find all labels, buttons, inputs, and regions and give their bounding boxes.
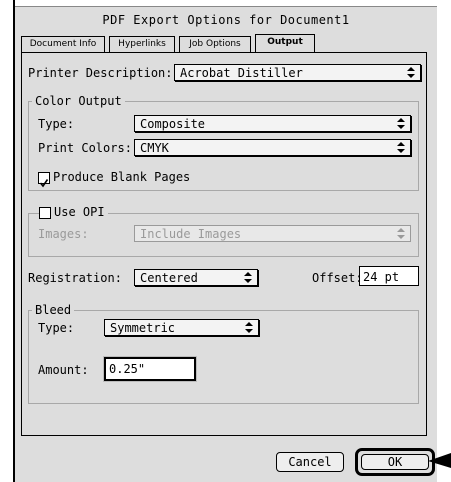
opi-images-popup: Include Images — [134, 225, 411, 242]
bleed-type-popup[interactable]: Symmetric — [104, 319, 259, 336]
print-colors-value: CMYK — [140, 141, 169, 155]
use-opi-checkbox[interactable] — [39, 207, 51, 219]
tab-job-options[interactable]: Job Options — [179, 36, 251, 52]
ok-button[interactable]: OK — [361, 454, 429, 470]
bleed-amount-field[interactable]: 0.25" — [104, 357, 196, 381]
printer-description-value: Acrobat Distiller — [180, 66, 303, 80]
popup-arrows-icon — [397, 142, 405, 153]
produce-blank-pages-checkbox[interactable] — [38, 172, 50, 188]
dialog-title: PDF Export Options for Document1 — [102, 13, 350, 27]
printer-description-popup[interactable]: Acrobat Distiller — [174, 64, 421, 81]
opi-images-label: Images: — [38, 227, 89, 241]
printer-description-label: Printer Description: — [28, 66, 173, 80]
checkmark-icon — [39, 179, 49, 188]
tab-output[interactable]: Output — [255, 34, 315, 52]
popup-arrows-icon — [397, 118, 405, 129]
output-panel: Printer Description: Acrobat Distiller C… — [21, 52, 427, 436]
bleed-type-value: Symmetric — [110, 321, 176, 335]
color-type-label: Type: — [38, 117, 75, 131]
registration-popup[interactable]: Centered — [134, 269, 258, 286]
offset-label: Offset: — [312, 271, 363, 285]
tab-document-info[interactable]: Document Info — [21, 36, 105, 52]
produce-blank-pages-label: Produce Blank Pages — [53, 170, 191, 184]
bleed-amount-label: Amount: — [38, 363, 89, 377]
cancel-button[interactable]: Cancel — [276, 452, 344, 472]
popup-arrows-icon — [397, 228, 405, 239]
bleed-type-label: Type: — [38, 321, 75, 335]
registration-label: Registration: — [28, 271, 122, 285]
callout-arrow-icon — [428, 453, 451, 468]
popup-arrows-icon — [244, 272, 252, 283]
color-type-popup[interactable]: Composite — [134, 115, 411, 132]
use-opi-label: Use OPI — [51, 205, 108, 219]
print-colors-label: Print Colors: — [38, 141, 132, 155]
registration-value: Centered — [140, 271, 198, 285]
popup-arrows-icon — [407, 67, 415, 78]
dialog-window: PDF Export Options for Document1 Documen… — [15, 0, 437, 482]
tab-hyperlinks[interactable]: Hyperlinks — [109, 36, 175, 52]
opi-images-value: Include Images — [140, 227, 242, 241]
popup-arrows-icon — [245, 322, 253, 333]
print-colors-popup[interactable]: CMYK — [134, 139, 411, 156]
color-type-value: Composite — [140, 117, 206, 131]
color-output-title: Color Output — [32, 94, 125, 108]
offset-field[interactable]: 24 pt — [359, 266, 419, 286]
bleed-title: Bleed — [32, 303, 75, 317]
title-bar-strip — [15, 0, 437, 7]
